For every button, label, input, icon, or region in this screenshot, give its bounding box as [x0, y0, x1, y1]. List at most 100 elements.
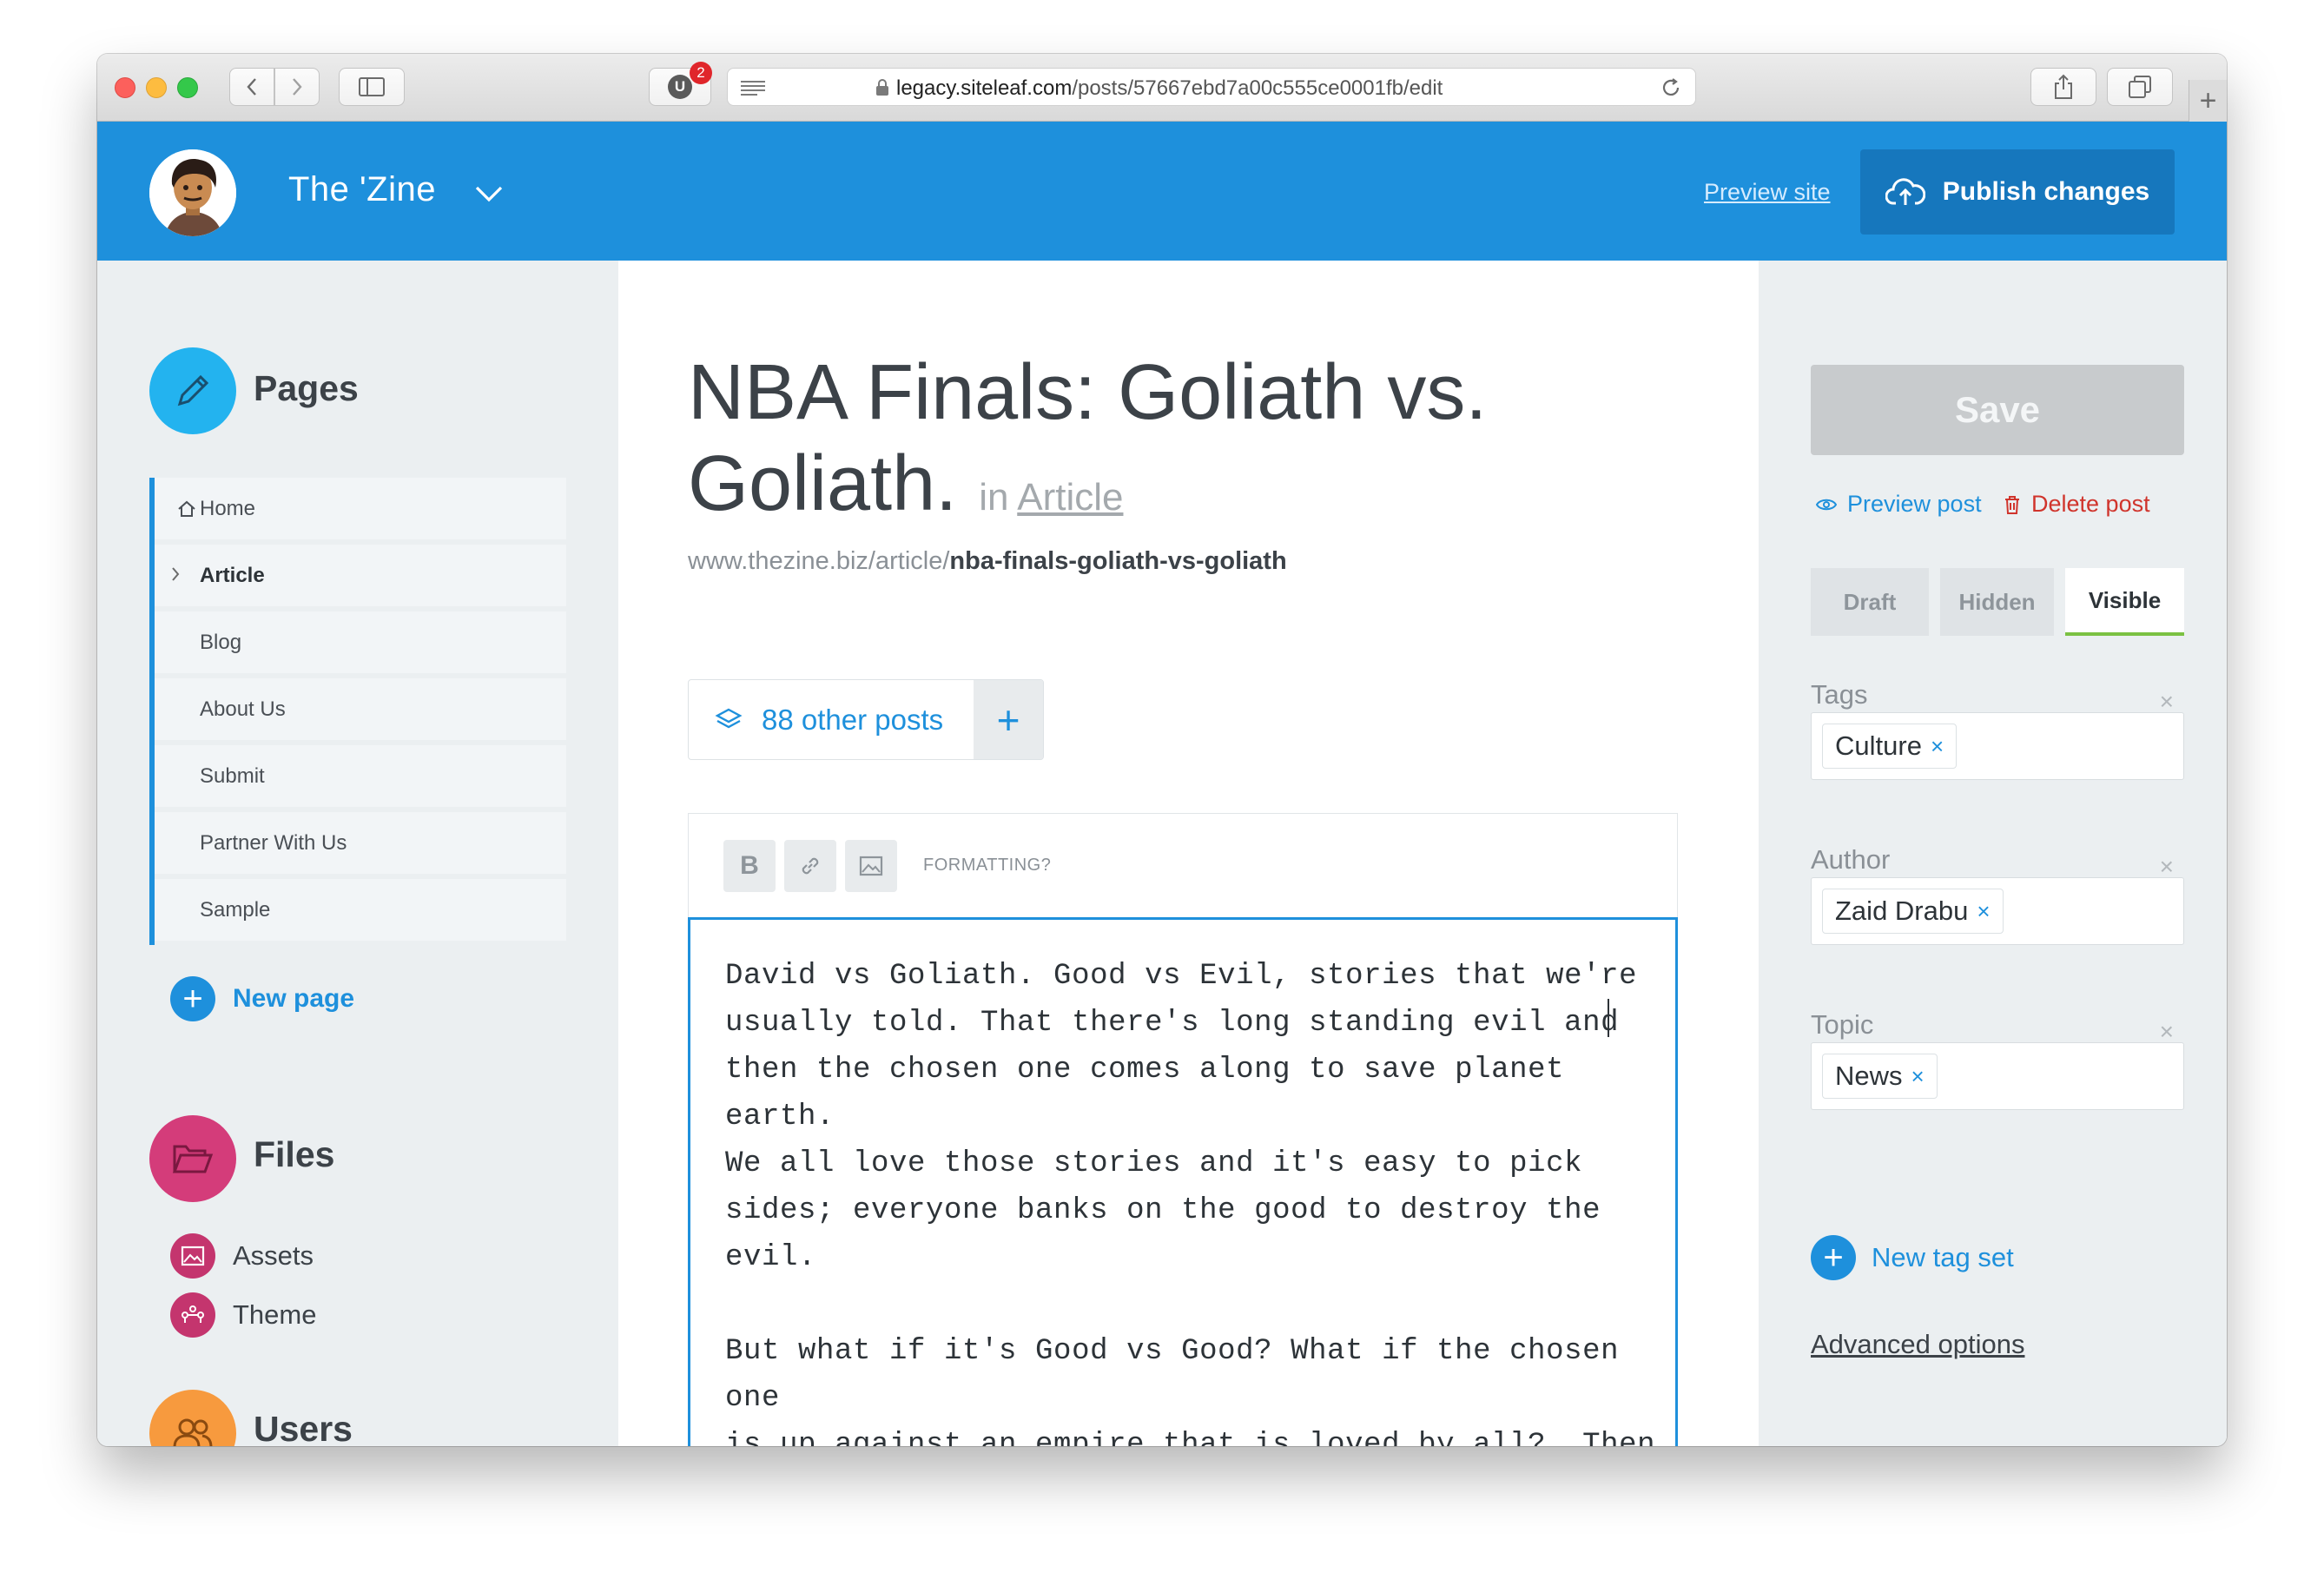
publish-changes-button[interactable]: Publish changes — [1860, 149, 2175, 235]
post-category: in Article — [979, 476, 1123, 519]
sidebar-item-submit[interactable]: Submit — [155, 745, 566, 810]
back-button[interactable] — [229, 68, 274, 106]
minimize-window-button[interactable] — [146, 77, 167, 98]
sidebar-item-label: Submit — [200, 763, 265, 788]
chevron-down-icon[interactable] — [474, 184, 504, 203]
editor-toolbar: B FORMATTING? — [688, 813, 1678, 917]
reload-icon[interactable] — [1660, 77, 1681, 98]
chevron-right-icon[interactable] — [170, 565, 181, 583]
remove-tag-icon[interactable]: × — [1977, 898, 1990, 925]
formatting-help-link[interactable]: FORMATTING? — [923, 856, 1051, 876]
files-item-theme[interactable]: Theme — [170, 1292, 316, 1338]
sidebar-toggle-button[interactable] — [339, 68, 405, 106]
files-item-assets[interactable]: Assets — [170, 1233, 314, 1279]
tag-set-label: Topic — [1811, 1009, 1874, 1040]
tabs-overview-button[interactable] — [2107, 68, 2173, 106]
sidebar: Pages Home Article Blog About Us Submit … — [97, 261, 618, 1446]
home-icon — [178, 500, 195, 517]
link-button[interactable] — [784, 840, 836, 892]
post-editor: NBA Finals: Goliath vs. Goliath. in Arti… — [618, 261, 1759, 1446]
add-post-button[interactable]: + — [974, 680, 1043, 759]
remove-tag-icon[interactable]: × — [1911, 1063, 1925, 1090]
browser-window: U 2 legacy.siteleaf.com/posts/57667ebd7a… — [97, 54, 2227, 1446]
category-link[interactable]: Article — [1017, 476, 1123, 519]
sidebar-item-label: Partner With Us — [200, 830, 347, 855]
tag-chip: Zaid Drabu × — [1822, 889, 2004, 934]
new-tab-button[interactable]: + — [2189, 80, 2227, 122]
post-title[interactable]: NBA Finals: Goliath vs. Goliath. in Arti… — [688, 347, 1669, 543]
permalink[interactable]: www.thezine.biz/article/nba-finals-golia… — [688, 547, 1287, 576]
sidebar-item-label: Article — [200, 563, 265, 587]
zoom-window-button[interactable] — [177, 77, 198, 98]
tag-set-topic: Topic × News × — [1811, 1009, 2184, 1110]
sidebar-item-label: Home — [200, 496, 256, 520]
site-switcher[interactable]: The 'Zine — [288, 170, 436, 209]
image-icon — [170, 1233, 215, 1279]
plus-icon: + — [170, 976, 215, 1021]
new-tag-set-button[interactable]: + New tag set — [1811, 1235, 2014, 1280]
cloud-upload-icon — [1885, 178, 1925, 205]
plus-icon: + — [1811, 1235, 1856, 1280]
advanced-options-link[interactable]: Advanced options — [1811, 1329, 2024, 1360]
other-posts-label: 88 other posts — [762, 703, 944, 736]
eye-icon — [1816, 499, 1837, 510]
visibility-hidden[interactable]: Hidden — [1940, 568, 2054, 636]
visibility-draft[interactable]: Draft — [1811, 568, 1929, 636]
chevron-left-icon — [247, 78, 256, 96]
permalink-slug[interactable]: nba-finals-goliath-vs-goliath — [949, 547, 1286, 575]
tag-set-label: Tags — [1811, 679, 1868, 710]
pages-nav: Home Article Blog About Us Submit Partne… — [149, 478, 566, 945]
tag-chip-label: Zaid Drabu — [1835, 895, 1969, 926]
post-settings-panel: Save Preview post Delete post Draft Hidd… — [1759, 261, 2227, 1446]
plus-icon: + — [2199, 83, 2217, 117]
theme-icon — [170, 1292, 215, 1338]
delete-post-link[interactable]: Delete post — [2004, 491, 2150, 518]
close-window-button[interactable] — [115, 77, 135, 98]
share-button[interactable] — [2030, 68, 2096, 106]
save-button[interactable]: Save — [1811, 365, 2184, 455]
reader-icon — [741, 81, 765, 96]
sidebar-item-partner-with-us[interactable]: Partner With Us — [155, 812, 566, 876]
sidebar-item-blog[interactable]: Blog — [155, 611, 566, 676]
extension-button[interactable]: U 2 — [649, 62, 712, 106]
files-section-icon — [149, 1115, 236, 1202]
delete-post-label: Delete post — [2031, 491, 2150, 517]
tag-input[interactable]: Zaid Drabu × — [1811, 877, 2184, 945]
files-item-label: Assets — [233, 1240, 314, 1271]
link-icon — [802, 857, 819, 875]
layers-icon — [715, 708, 743, 728]
sidebar-item-label: About Us — [200, 697, 286, 721]
post-body-text[interactable]: David vs Goliath. Good vs Evil, stories … — [725, 953, 1663, 1446]
preview-site-link[interactable]: Preview site — [1704, 179, 1831, 206]
forward-button[interactable] — [274, 68, 320, 106]
bold-button[interactable]: B — [723, 840, 776, 892]
tag-chip: Culture × — [1822, 724, 1958, 769]
ublock-icon: U — [668, 75, 692, 99]
browser-toolbar: U 2 legacy.siteleaf.com/posts/57667ebd7a… — [97, 54, 2227, 122]
preview-post-label: Preview post — [1847, 491, 1982, 517]
tag-set-tags: Tags × Culture × — [1811, 679, 2184, 780]
tag-set-author: Author × Zaid Drabu × — [1811, 844, 2184, 945]
users-section-icon — [149, 1390, 236, 1446]
sidebar-item-sample[interactable]: Sample — [155, 879, 566, 943]
visibility-visible[interactable]: Visible — [2065, 568, 2184, 636]
tag-input[interactable]: News × — [1811, 1042, 2184, 1110]
remove-tag-icon[interactable]: × — [1931, 733, 1944, 760]
trash-icon — [2005, 495, 2019, 514]
sidebar-item-about-us[interactable]: About Us — [155, 678, 566, 743]
sidebar-icon — [359, 77, 385, 96]
url-text: legacy.siteleaf.com/posts/57667ebd7a00c5… — [875, 76, 1443, 101]
new-page-button[interactable]: + New page — [170, 976, 354, 1021]
pages-title: Pages — [254, 368, 359, 408]
post-body-editor[interactable]: David vs Goliath. Good vs Evil, stories … — [688, 917, 1678, 1446]
users-title: Users — [254, 1409, 353, 1446]
url-path: /posts/57667ebd7a00c555ce0001fb/edit — [1072, 76, 1443, 100]
sidebar-item-home[interactable]: Home — [155, 478, 566, 542]
files-item-label: Theme — [233, 1299, 317, 1330]
preview-post-link[interactable]: Preview post — [1816, 491, 1982, 518]
other-posts-button[interactable]: 88 other posts — [689, 680, 974, 759]
image-button[interactable] — [845, 840, 897, 892]
sidebar-item-article[interactable]: Article — [155, 545, 566, 609]
avatar[interactable] — [149, 149, 236, 236]
tag-input[interactable]: Culture × — [1811, 712, 2184, 780]
